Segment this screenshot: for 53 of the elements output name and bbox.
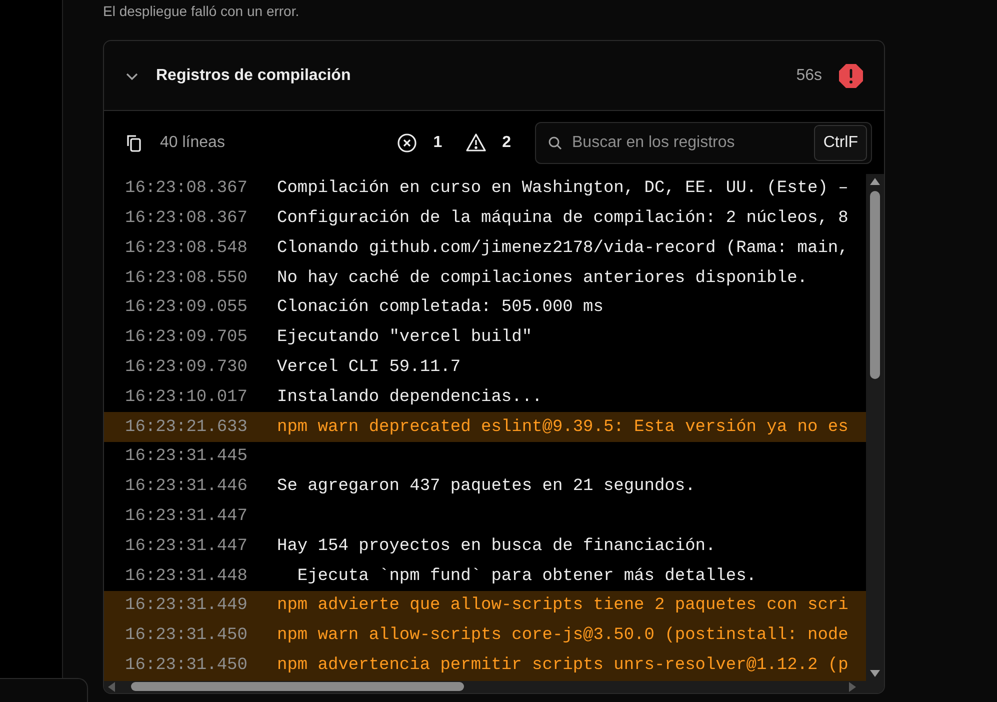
warning-count: 2 xyxy=(502,132,511,152)
log-message: Instalando dependencias... xyxy=(277,386,542,409)
status-message: El despliegue falló con un error. xyxy=(103,3,300,19)
log-timestamp: 16:23:31.449 xyxy=(124,595,248,618)
log-timestamp: 16:23:10.017 xyxy=(124,386,248,409)
log-message: No hay caché de compilaciones anteriores disponible. xyxy=(277,268,808,290)
log-message: Clonando github.com/jimenez2178/vida-record (Rama: main, xyxy=(277,238,848,260)
log-message: Hay 154 proyectos en busca de financiación. xyxy=(277,536,716,558)
log-timestamp: 16:23:31.450 xyxy=(124,654,248,677)
log-message: npm advierte que allow-scripts tiene 2 paquetes con scri xyxy=(277,595,848,618)
log-timestamp: 16:23:09.705 xyxy=(124,327,248,350)
warning-icon[interactable] xyxy=(466,133,486,152)
error-count: 1 xyxy=(433,132,442,152)
vertical-scrollbar[interactable] xyxy=(866,174,884,681)
log-timestamp: 16:23:09.730 xyxy=(124,356,248,379)
scrollbar-thumb[interactable] xyxy=(131,682,464,692)
shortcut-key: CtrlF xyxy=(814,124,867,160)
log-timestamp: 16:23:09.055 xyxy=(124,297,248,320)
panel-title: Registros de compilación xyxy=(156,66,352,86)
error-x-icon[interactable] xyxy=(397,132,418,152)
horizontal-scrollbar[interactable] xyxy=(104,680,884,693)
log-message: Compilación en curso en Washington, DC, EE. UU. (Este) – xyxy=(277,178,848,200)
log-timestamp: 16:23:31.448 xyxy=(124,566,248,588)
log-timestamp: 16:23:31.445 xyxy=(124,446,248,468)
log-message: npm advertencia permitir scripts unrs-resolver@1.12.2 (p xyxy=(277,654,848,677)
scroll-right-icon[interactable] xyxy=(849,682,856,692)
copy-icon[interactable] xyxy=(124,132,144,152)
log-timestamp: 16:23:31.447 xyxy=(124,536,248,558)
log-timestamp: 16:23:08.367 xyxy=(124,208,248,230)
search-field[interactable]: Buscar en los registros CtrlF xyxy=(535,122,872,164)
log-timestamp: 16:23:31.447 xyxy=(124,506,248,528)
scroll-up-icon[interactable] xyxy=(870,178,880,185)
log-timestamp: 16:23:08.367 xyxy=(124,178,248,200)
log-message: Ejecuta `npm fund` para obtener más detalles. xyxy=(296,566,756,588)
duration-text: 56s xyxy=(796,66,822,86)
log-timestamp: 16:23:31.446 xyxy=(124,476,248,498)
log-message: npm warn allow-scripts core-js@3.50.0 (postinstall: node xyxy=(277,625,848,648)
scrollbar-thumb[interactable] xyxy=(870,191,880,379)
log-timestamp: 16:23:08.550 xyxy=(124,268,248,290)
log-timestamp: 16:23:21.633 xyxy=(124,416,248,439)
search-input[interactable]: Buscar en los registros xyxy=(570,130,806,156)
scroll-left-icon[interactable] xyxy=(108,682,115,692)
log-message: npm warn deprecated eslint@9.39.5: Esta versión ya no es xyxy=(277,416,848,439)
scroll-down-icon[interactable] xyxy=(870,670,880,677)
search-icon xyxy=(548,136,562,150)
log-message: Clonación completada: 505.000 ms xyxy=(277,297,604,320)
log-timestamp: 16:23:31.450 xyxy=(124,625,248,648)
log-timestamp: 16:23:08.548 xyxy=(124,238,248,260)
line-count: 40 líneas xyxy=(160,132,226,152)
log-message: Se agregaron 437 paquetes en 21 segundos. xyxy=(277,476,696,498)
log-message: Configuración de la máquina de compilación: 2 núcleos, 8 xyxy=(277,208,848,230)
log-message: Vercel CLI 59.11.7 xyxy=(277,356,461,379)
log-message: Ejecutando "vercel build" xyxy=(277,327,532,350)
